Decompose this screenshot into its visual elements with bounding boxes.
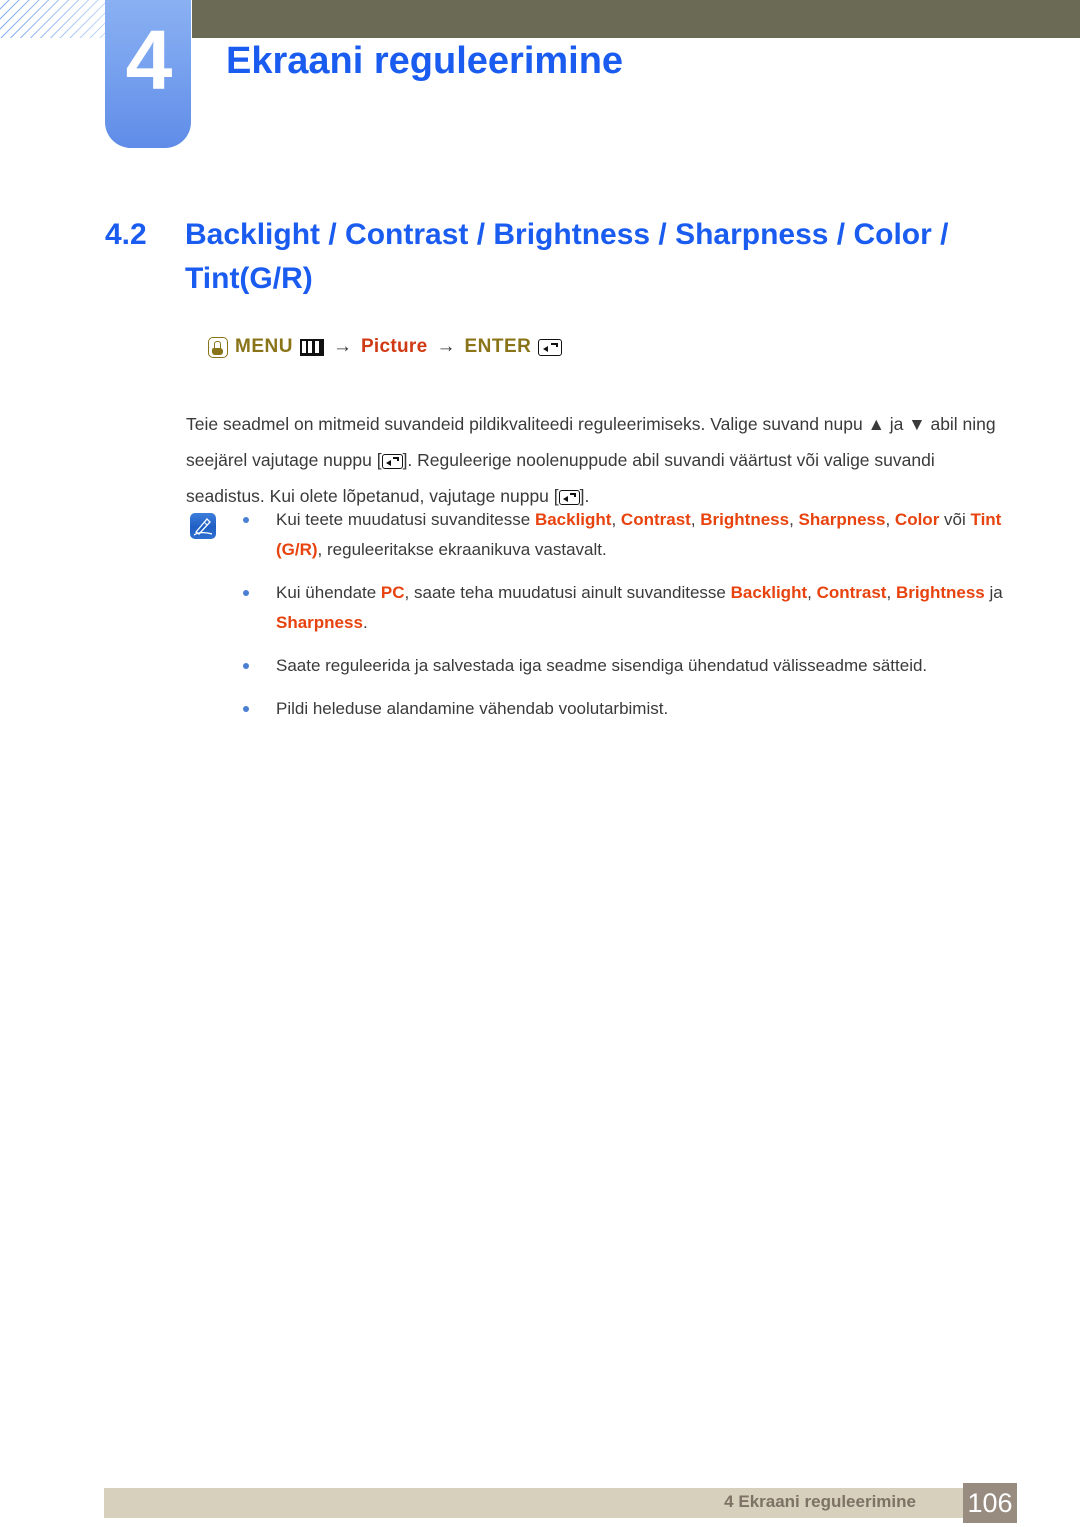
enter-key-icon <box>381 453 403 469</box>
up-arrow-icon: ▲ <box>867 413 885 434</box>
chapter-title: Ekraani reguleerimine <box>226 40 624 82</box>
note-text: , reguleeritakse ekraanikuva vastavalt. <box>317 540 607 559</box>
section-title: Backlight / Contrast / Brightness / Shar… <box>185 218 949 295</box>
note-text: Pildi heleduse alandamine vähendab voolu… <box>276 699 669 718</box>
bullet-icon <box>243 706 249 712</box>
note-text: ja <box>984 583 1003 602</box>
note-list-item: Saate reguleerida ja salvestada iga sead… <box>243 651 1014 681</box>
highlighted-term: Sharpness <box>276 613 363 632</box>
note-list: Kui teete muudatusi suvanditesse Backlig… <box>243 505 1014 724</box>
note-text: . <box>362 613 368 632</box>
enter-key-icon <box>538 338 563 356</box>
note-list-item: Kui teete muudatusi suvanditesse Backlig… <box>243 505 1014 565</box>
chapter-header: 4 Ekraani reguleerimine <box>0 0 1080 160</box>
note-text: , <box>690 510 701 529</box>
highlighted-term: PC <box>380 583 405 602</box>
section-heading: 4.2 Backlight / Contrast / Brightness / … <box>105 213 1005 301</box>
footer-text: 4 Ekraani reguleerimine <box>724 1492 916 1511</box>
note-text: , <box>807 583 817 602</box>
menu-path-arrow-2: → <box>436 336 456 357</box>
intro-text-part2: ja <box>884 413 909 434</box>
note-text: või <box>939 510 971 529</box>
menu-path-menu-label: MENU <box>235 336 293 357</box>
note-list-item: Kui ühendate PC, saate teha muudatusi ai… <box>243 578 1014 638</box>
menu-bars-icon <box>299 338 324 356</box>
highlighted-term: Sharpness <box>798 510 886 529</box>
enter-key-icon <box>558 489 580 505</box>
header-olive-bar <box>192 0 1080 38</box>
note-text: Saate reguleerida ja salvestada iga sead… <box>276 656 928 675</box>
note-text: , saate teha muudatusi ainult suvandites… <box>404 583 731 602</box>
highlighted-term: Brightness <box>700 510 790 529</box>
chapter-number-badge: 4 <box>105 0 191 148</box>
intro-text-part1: Teie seadmel on mitmeid suvandeid pildik… <box>186 413 868 434</box>
note-text: Kui ühendate <box>276 583 381 602</box>
highlighted-term: Brightness <box>895 583 985 602</box>
highlighted-term: Contrast <box>816 583 887 602</box>
intro-paragraph: Teie seadmel on mitmeid suvandeid pildik… <box>186 406 1014 514</box>
down-arrow-icon: ▼ <box>908 413 926 434</box>
bullet-icon <box>243 517 249 523</box>
note-text: Kui teete muudatusi suvanditesse <box>276 510 535 529</box>
note-text: , <box>611 510 621 529</box>
note-text: , <box>885 510 895 529</box>
highlighted-term: Backlight <box>534 510 612 529</box>
hand-pointer-icon <box>208 336 228 358</box>
menu-path-arrow-1: → <box>332 336 352 357</box>
section-number: 4.2 <box>105 218 147 251</box>
bullet-icon <box>243 590 249 596</box>
note-block: Kui teete muudatusi suvanditesse Backlig… <box>186 505 1014 737</box>
menu-path-picture-label: Picture <box>360 336 428 357</box>
note-text: , <box>789 510 799 529</box>
highlighted-term: Contrast <box>620 510 691 529</box>
page-number: 106 <box>963 1483 1017 1523</box>
highlighted-term: Backlight <box>730 583 808 602</box>
intro-text-part5: ]. <box>579 485 590 506</box>
note-list-item: Pildi heleduse alandamine vähendab voolu… <box>243 694 1014 724</box>
bullet-icon <box>243 663 249 669</box>
menu-path-enter-label: ENTER <box>464 336 532 357</box>
menu-path-breadcrumb: MENU → Picture → ENTER <box>208 336 563 358</box>
highlighted-term: Color <box>894 510 940 529</box>
note-pencil-icon <box>190 513 216 539</box>
note-text: , <box>886 583 896 602</box>
